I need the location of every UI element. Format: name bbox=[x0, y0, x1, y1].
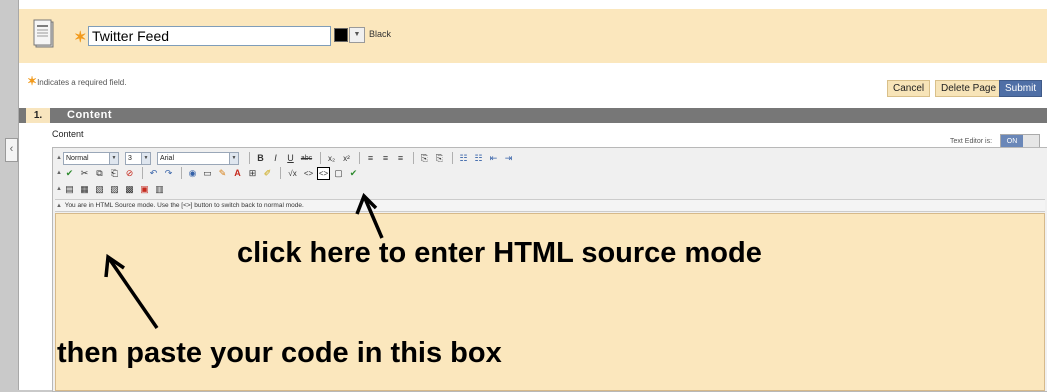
annotation-paste-code: then paste your code in this box bbox=[57, 337, 502, 369]
arrow-to-text-box bbox=[104, 253, 159, 329]
annotation-click-here: click here to enter HTML source mode bbox=[237, 237, 762, 269]
arrow-to-html-button bbox=[355, 192, 384, 239]
annotation-arrows bbox=[104, 192, 384, 329]
